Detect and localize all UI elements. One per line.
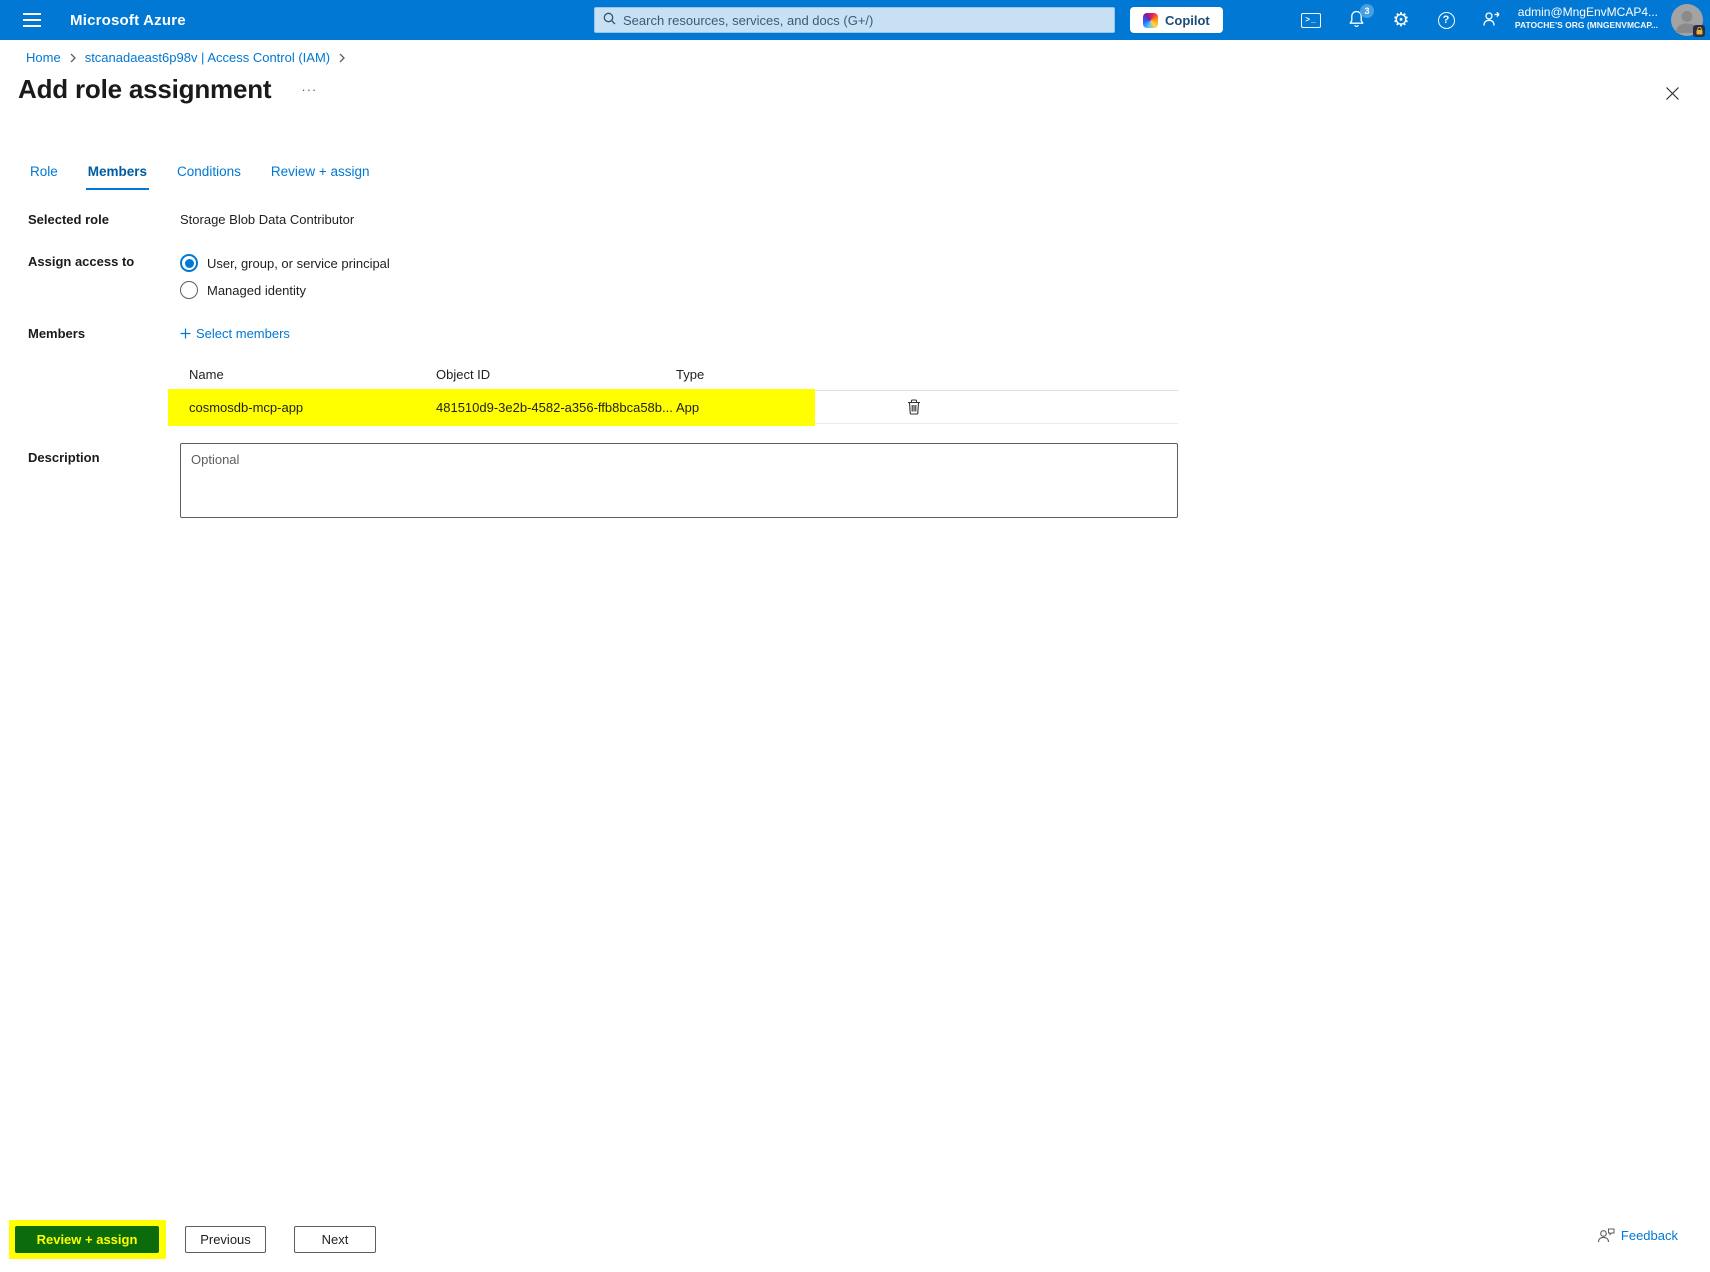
assign-access-label: Assign access to bbox=[28, 254, 135, 269]
breadcrumb-home-link[interactable]: Home bbox=[26, 50, 61, 65]
more-options-button[interactable]: ··· bbox=[297, 80, 321, 99]
members-row: Members Select members bbox=[28, 326, 1178, 341]
members-tab-content: Selected role Storage Blob Data Contribu… bbox=[28, 212, 1178, 518]
description-label: Description bbox=[28, 450, 100, 465]
selected-role-label: Selected role bbox=[28, 212, 109, 227]
feedback-person-icon bbox=[1597, 1228, 1615, 1243]
radio-unselected-icon bbox=[180, 281, 198, 299]
select-members-link[interactable]: Select members bbox=[180, 326, 290, 341]
feedback-link[interactable]: Feedback bbox=[1597, 1228, 1678, 1243]
selected-role-row: Selected role Storage Blob Data Contribu… bbox=[28, 212, 1178, 227]
selected-role-value: Storage Blob Data Contributor bbox=[180, 212, 355, 227]
topbar-icon-group: >_ 3 ⚙ ? bbox=[1300, 0, 1502, 40]
radio-label: Managed identity bbox=[207, 282, 307, 298]
notifications-button[interactable]: 3 bbox=[1345, 4, 1374, 31]
description-row: Description bbox=[28, 443, 1178, 518]
review-assign-button[interactable]: Review + assign bbox=[15, 1226, 159, 1253]
tab-role[interactable]: Role bbox=[28, 160, 60, 190]
action-bar: Review + assign Previous Next Feedback bbox=[0, 1212, 1710, 1272]
member-name-cell: cosmosdb-mcp-app bbox=[189, 399, 304, 415]
assign-access-radio-group: User, group, or service principal Manage… bbox=[180, 254, 390, 299]
column-header-name: Name bbox=[189, 367, 224, 382]
column-header-type: Type bbox=[676, 367, 705, 382]
person-feedback-icon bbox=[1482, 10, 1501, 30]
global-search[interactable] bbox=[594, 7, 1115, 33]
copilot-label: Copilot bbox=[1165, 12, 1210, 28]
radio-user-group-service-principal[interactable]: User, group, or service principal bbox=[180, 254, 390, 272]
settings-button[interactable]: ⚙ bbox=[1390, 9, 1412, 31]
member-type-cell: App bbox=[676, 399, 700, 415]
avatar[interactable] bbox=[1671, 4, 1705, 37]
members-label: Members bbox=[28, 326, 86, 341]
feedback-label: Feedback bbox=[1620, 1228, 1678, 1243]
help-icon: ? bbox=[1437, 11, 1455, 29]
trash-icon bbox=[908, 399, 920, 415]
tab-bar: Role Members Conditions Review + assign bbox=[28, 160, 372, 190]
account-organization: PATOCHE'S ORG (MNGENVMCAP... bbox=[1514, 20, 1658, 30]
chevron-right-icon bbox=[338, 53, 346, 63]
copilot-icon bbox=[1143, 12, 1158, 28]
select-members-label: Select members bbox=[196, 326, 290, 341]
description-textarea[interactable] bbox=[180, 443, 1178, 518]
radio-managed-identity[interactable]: Managed identity bbox=[180, 281, 390, 299]
next-button[interactable]: Next bbox=[294, 1226, 376, 1253]
close-icon bbox=[1666, 87, 1679, 100]
breadcrumb-resource-link[interactable]: stcanadaeast6p98v | Access Control (IAM) bbox=[85, 50, 330, 65]
feedback-button[interactable] bbox=[1480, 9, 1502, 31]
account-menu[interactable]: admin@MngEnvMCAP4... PATOCHE'S ORG (MNGE… bbox=[1515, 5, 1658, 31]
previous-button[interactable]: Previous bbox=[185, 1226, 266, 1253]
radio-selected-icon bbox=[180, 254, 198, 272]
member-object-id-cell: 481510d9-3e2b-4582-a356-ffb8bca58b... bbox=[436, 399, 673, 415]
tab-conditions[interactable]: Conditions bbox=[175, 160, 243, 190]
tab-members[interactable]: Members bbox=[85, 160, 150, 190]
column-header-object-id: Object ID bbox=[436, 367, 491, 382]
page-title: Add role assignment bbox=[18, 74, 272, 104]
notification-badge: 3 bbox=[1360, 4, 1374, 18]
members-table: Name Object ID Type cosmosdb-mcp-app 481… bbox=[168, 359, 1178, 426]
plus-icon bbox=[180, 328, 191, 339]
help-button[interactable]: ? bbox=[1435, 9, 1457, 31]
copilot-button[interactable]: Copilot bbox=[1130, 7, 1223, 33]
account-username: admin@MngEnvMCAP4... bbox=[1517, 5, 1658, 19]
cloud-shell-button[interactable]: >_ bbox=[1300, 9, 1322, 31]
search-icon bbox=[603, 12, 616, 28]
gear-icon: ⚙ bbox=[1392, 9, 1410, 31]
highlight-annotation: Review + assign bbox=[9, 1220, 166, 1259]
remove-member-button[interactable] bbox=[904, 396, 924, 418]
close-button[interactable] bbox=[1663, 84, 1682, 106]
lock-icon bbox=[1693, 25, 1705, 37]
assign-access-row: Assign access to User, group, or service… bbox=[28, 254, 1178, 299]
azure-top-bar: Microsoft Azure Copilot >_ 3 ⚙ ? bbox=[0, 0, 1710, 40]
chevron-right-icon bbox=[69, 53, 77, 63]
breadcrumb: Home stcanadaeast6p98v | Access Control … bbox=[26, 50, 346, 65]
terminal-icon: >_ bbox=[1301, 12, 1321, 28]
table-row: cosmosdb-mcp-app 481510d9-3e2b-4582-a356… bbox=[168, 389, 1178, 426]
radio-label: User, group, or service principal bbox=[207, 255, 390, 271]
hamburger-menu-button[interactable] bbox=[12, 0, 52, 40]
search-input[interactable] bbox=[623, 12, 1106, 28]
brand-title: Microsoft Azure bbox=[70, 11, 186, 29]
tab-review-assign[interactable]: Review + assign bbox=[269, 160, 372, 190]
members-table-header: Name Object ID Type bbox=[180, 359, 1178, 391]
